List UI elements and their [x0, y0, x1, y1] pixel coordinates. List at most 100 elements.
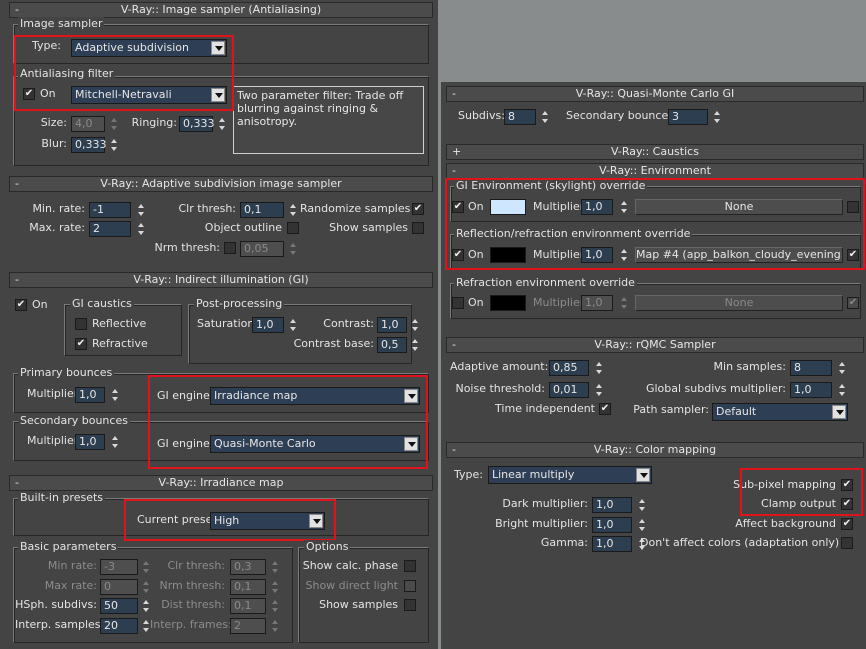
adaptive-amount-spinner[interactable]	[594, 360, 604, 376]
irr-interp-frames-field[interactable]: 2	[230, 618, 266, 634]
show-direct-light-checkbox[interactable]	[404, 580, 416, 592]
primary-multiplier-field[interactable]: 1,0	[75, 387, 105, 403]
refr-env-multiplier-field[interactable]: 1,0	[581, 295, 613, 311]
refr-env-multiplier-spinner[interactable]	[619, 295, 629, 311]
gi-on-checkbox[interactable]: ✔	[15, 299, 27, 311]
collapse-sign: -	[452, 338, 456, 351]
irr-nrm-thresh-spinner[interactable]	[270, 579, 280, 595]
contrast-base-spinner[interactable]	[410, 337, 420, 353]
time-independent-checkbox[interactable]: ✔	[599, 403, 611, 415]
irr-dist-thresh-spinner[interactable]	[270, 598, 280, 614]
contrast-field[interactable]: 1,0	[377, 317, 407, 333]
noise-threshold-field[interactable]: 0,01	[549, 382, 589, 398]
max-rate-field[interactable]: 2	[89, 221, 131, 237]
nrm-thresh-spinner[interactable]	[288, 241, 298, 257]
randomize-checkbox[interactable]: ✔	[412, 203, 424, 215]
saturation-field[interactable]: 1,0	[252, 317, 284, 333]
subdivs-field[interactable]: 8	[504, 109, 536, 125]
bright-multiplier-spinner[interactable]	[637, 517, 647, 533]
path-sampler-dropdown[interactable]: Default	[712, 403, 848, 421]
adaptive-amount-field[interactable]: 0,85	[549, 360, 589, 376]
reflective-checkbox[interactable]	[75, 318, 87, 330]
irr-min-rate-field[interactable]: -3	[100, 559, 138, 575]
min-samples-spinner[interactable]	[837, 360, 847, 376]
subdivs-spinner[interactable]	[540, 109, 550, 125]
secondary-bounces-spinner[interactable]	[712, 109, 722, 125]
rollout-rqmc-sampler[interactable]: - V-Ray:: rQMC Sampler	[446, 337, 864, 353]
contrast-base-field[interactable]: 0,5	[377, 337, 407, 353]
rollout-qmc-gi[interactable]: - V-Ray:: Quasi-Monte Carlo GI	[446, 86, 864, 102]
collapse-sign: -	[15, 177, 19, 190]
noise-threshold-label: Noise threshold:	[455, 382, 545, 395]
irr-interp-frames-label: Interp. frames:	[150, 618, 232, 631]
rollout-adaptive-subdivision[interactable]: - V-Ray:: Adaptive subdivision image sam…	[9, 176, 433, 192]
refr-env-color-swatch[interactable]	[490, 295, 526, 311]
irr-min-rate-label: Min rate:	[47, 559, 97, 572]
noise-threshold-spinner[interactable]	[594, 382, 604, 398]
blur-spinner[interactable]	[109, 137, 119, 153]
rollout-color-mapping[interactable]: - V-Ray:: Color mapping	[446, 442, 864, 458]
clr-thresh-spinner[interactable]	[288, 202, 298, 218]
refr-env-map-button[interactable]: None	[635, 295, 843, 311]
hsph-subdivs-field[interactable]: 50	[100, 598, 138, 614]
min-samples-field[interactable]: 8	[790, 360, 832, 376]
primary-multiplier-label: Multiplier:	[27, 387, 82, 400]
collapse-sign: -	[15, 476, 19, 489]
secondary-multiplier-field[interactable]: 1,0	[75, 434, 105, 450]
size-spinner[interactable]	[109, 116, 119, 132]
show-samples-checkbox[interactable]	[412, 222, 424, 234]
blur-field[interactable]: 0,333	[71, 137, 107, 153]
ringing-spinner[interactable]	[217, 116, 227, 132]
refractive-checkbox[interactable]: ✔	[75, 338, 87, 350]
nrm-thresh-field[interactable]: 0,05	[240, 241, 284, 257]
rollout-environment[interactable]: - V-Ray:: Environment	[446, 163, 864, 179]
clr-thresh-label: Clr thresh:	[178, 202, 237, 215]
min-rate-spinner[interactable]	[136, 202, 146, 218]
group-label: Primary bounces	[18, 366, 115, 379]
rollout-irradiance-map[interactable]: - V-Ray:: Irradiance map	[9, 475, 433, 491]
min-rate-field[interactable]: -1	[89, 202, 131, 218]
collapse-sign: -	[452, 87, 456, 100]
secondary-bounces-field[interactable]: 3	[668, 109, 708, 125]
group-label: Image sampler	[18, 17, 105, 30]
dont-affect-colors-checkbox[interactable]	[841, 537, 853, 549]
contrast-base-label: Contrast base:	[293, 337, 374, 350]
global-subdivs-spinner[interactable]	[837, 382, 847, 398]
contrast-spinner[interactable]	[410, 317, 420, 333]
primary-multiplier-spinner[interactable]	[110, 387, 120, 403]
gamma-field[interactable]: 1,0	[592, 536, 632, 552]
irr-max-rate-field[interactable]: 0	[100, 579, 138, 595]
irr-clr-thresh-field[interactable]: 0,3	[230, 559, 266, 575]
refr-env-map-checkbox[interactable]: ✔	[847, 297, 859, 309]
rollout-caustics[interactable]: + V-Ray:: Caustics	[446, 144, 864, 160]
show-calc-phase-checkbox[interactable]	[404, 560, 416, 572]
max-rate-spinner[interactable]	[136, 221, 146, 237]
global-subdivs-field[interactable]: 1,0	[790, 382, 832, 398]
interp-samples-field[interactable]: 20	[100, 618, 138, 634]
irr-nrm-thresh-field[interactable]: 0,1	[230, 579, 266, 595]
irr-clr-thresh-spinner[interactable]	[270, 559, 280, 575]
irr-interp-frames-spinner[interactable]	[270, 618, 280, 634]
rollout-image-sampler[interactable]: - V-Ray:: Image sampler (Antialiasing)	[9, 2, 433, 18]
color-type-dropdown[interactable]: Linear multiply	[488, 466, 652, 484]
clr-thresh-field[interactable]: 0,1	[240, 202, 284, 218]
dark-multiplier-field[interactable]: 1,0	[592, 497, 632, 513]
refr-env-on-checkbox[interactable]	[452, 297, 464, 309]
saturation-spinner[interactable]	[288, 317, 298, 333]
dark-multiplier-spinner[interactable]	[637, 497, 647, 513]
affect-background-checkbox[interactable]: ✔	[841, 518, 853, 530]
irr-dist-thresh-field[interactable]: 0,1	[230, 598, 266, 614]
irr-show-samples-checkbox[interactable]	[404, 599, 416, 611]
rollout-indirect-illumination[interactable]: - V-Ray:: Indirect illumination (GI)	[9, 272, 433, 288]
ringing-field[interactable]: 0,333	[179, 116, 215, 132]
collapse-sign: -	[452, 164, 456, 177]
secondary-multiplier-spinner[interactable]	[110, 434, 120, 450]
irr-nrm-thresh-label: Nrm thresh:	[159, 579, 225, 592]
group-label: Basic parameters	[18, 540, 119, 553]
object-outline-checkbox[interactable]	[287, 222, 299, 234]
bright-multiplier-field[interactable]: 1,0	[592, 517, 632, 533]
rollout-title: V-Ray:: rQMC Sampler	[594, 338, 716, 351]
nrm-thresh-checkbox[interactable]	[224, 242, 236, 254]
size-field[interactable]: 4,0	[71, 116, 105, 132]
collapse-sign: -	[15, 3, 19, 16]
